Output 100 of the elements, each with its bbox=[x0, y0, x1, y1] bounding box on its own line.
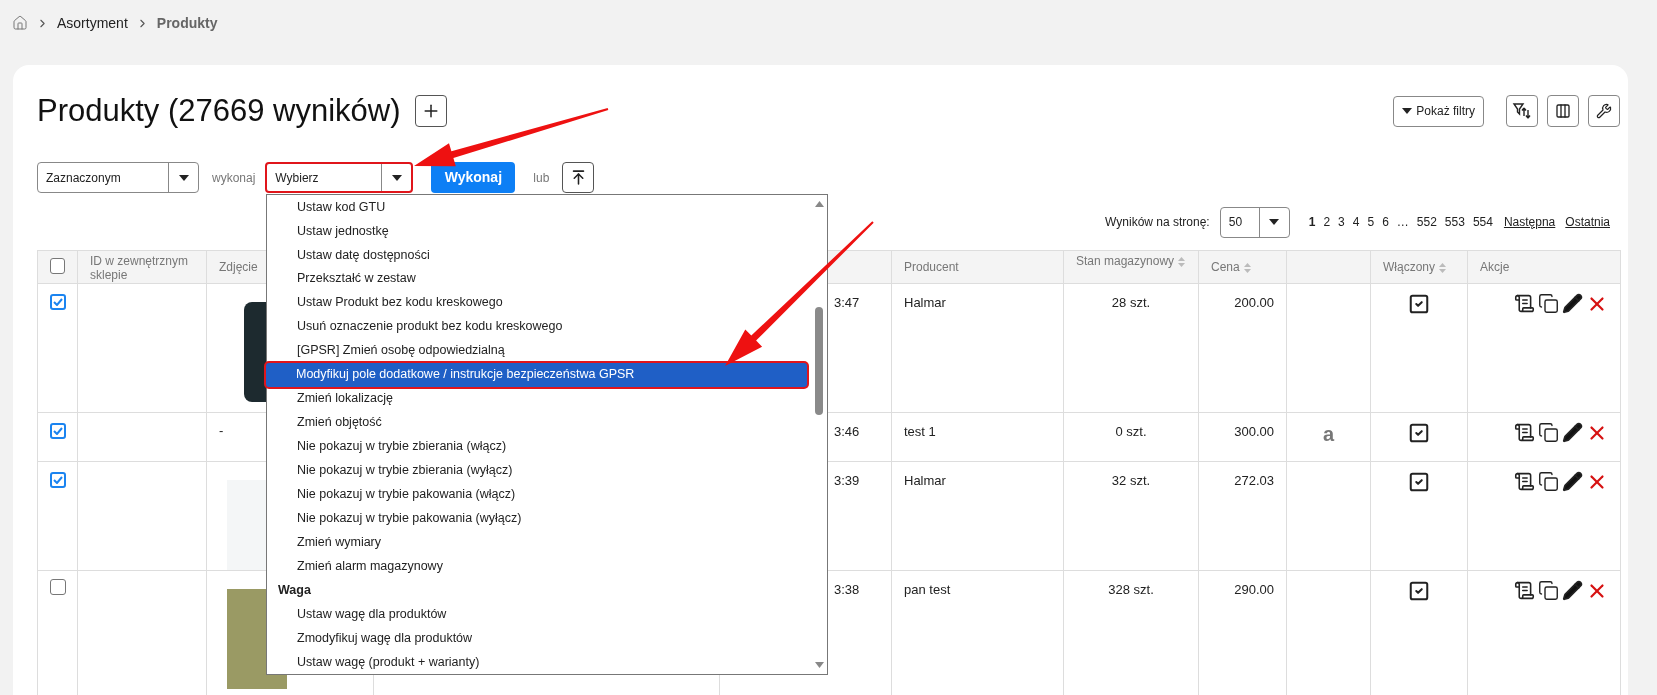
pencil-icon[interactable] bbox=[1562, 293, 1583, 314]
dropdown-option[interactable]: Ustaw kod GTU bbox=[267, 195, 807, 219]
dropdown-option[interactable]: Nie pokazuj w trybie pakowania (włącz) bbox=[267, 482, 807, 507]
caret-down-icon bbox=[1269, 219, 1280, 225]
table-cell: 3:47 bbox=[834, 295, 860, 310]
table-cell: 200.00 bbox=[1234, 295, 1274, 310]
caret-down-icon bbox=[178, 174, 189, 181]
pencil-icon[interactable] bbox=[1562, 471, 1583, 492]
column-header[interactable]: Cena bbox=[1211, 260, 1240, 274]
page-link[interactable]: 553 bbox=[1444, 213, 1465, 231]
per-page-label: Wyników na stronę: bbox=[1105, 214, 1210, 231]
page-link[interactable]: 2 bbox=[1323, 213, 1331, 231]
checkbox[interactable] bbox=[49, 472, 66, 488]
scrollbar-thumb[interactable] bbox=[815, 307, 823, 415]
dropdown-option[interactable]: Ustaw datę dostępności bbox=[267, 242, 807, 267]
page-link[interactable]: 4 bbox=[1352, 213, 1360, 231]
dropdown-group-label: Waga bbox=[277, 581, 312, 599]
pencil-icon[interactable] bbox=[1562, 580, 1583, 601]
show-filters-button[interactable]: Pokaż filtry bbox=[1393, 95, 1484, 127]
execute-label: wykonaj bbox=[212, 169, 256, 187]
table-cell: 3:46 bbox=[834, 424, 860, 439]
dropdown-option[interactable]: [GPSR] Zmień osobę odpowiedzialną bbox=[267, 338, 807, 363]
table-cell: Halmar bbox=[904, 295, 946, 310]
copy-icon[interactable] bbox=[1538, 422, 1559, 443]
columns-button[interactable] bbox=[1547, 95, 1579, 127]
dropdown-option[interactable]: Modyfikuj pole dodatkowe / instrukcje bezpieczeństwa GPSR bbox=[266, 362, 807, 387]
column-header: Producent bbox=[904, 260, 959, 274]
copy-icon[interactable] bbox=[1538, 293, 1559, 314]
table-cell: pan test bbox=[904, 582, 951, 597]
document-icon[interactable] bbox=[1514, 422, 1535, 443]
enabled-checkbox[interactable] bbox=[1408, 471, 1430, 493]
checkbox[interactable] bbox=[50, 258, 65, 274]
scroll-down-icon[interactable] bbox=[814, 662, 824, 668]
enabled-checkbox[interactable] bbox=[1408, 580, 1430, 602]
table-cell: 32 szt. bbox=[1111, 473, 1151, 488]
page-link[interactable]: … bbox=[1396, 213, 1409, 231]
checkbox[interactable] bbox=[49, 423, 66, 439]
page-title: Produkty (27669 wyników) bbox=[37, 91, 401, 130]
checkbox[interactable] bbox=[49, 294, 66, 310]
pencil-icon[interactable] bbox=[1562, 422, 1583, 443]
dropdown-option[interactable]: Nie pokazuj w trybie zbierania (włącz) bbox=[267, 434, 807, 459]
dropdown-option[interactable]: Ustaw wagę dla produktów bbox=[267, 602, 807, 627]
table-cell: test 1 bbox=[904, 424, 936, 439]
page-link[interactable]: 5 bbox=[1367, 213, 1375, 231]
page-link[interactable]: 554 bbox=[1472, 213, 1493, 231]
dropdown-option[interactable]: Nie pokazuj w trybie pakowania (wyłącz) bbox=[267, 506, 807, 531]
page-link[interactable]: 552 bbox=[1416, 213, 1437, 231]
table-cell: 0 szt. bbox=[1115, 424, 1147, 439]
wrench-icon bbox=[1596, 103, 1612, 119]
columns-icon bbox=[1555, 103, 1571, 119]
add-button[interactable] bbox=[414, 95, 447, 127]
page-link[interactable]: 6 bbox=[1382, 213, 1389, 231]
column-header: Zdjęcie bbox=[219, 260, 258, 274]
breadcrumb-link[interactable]: Produkty bbox=[156, 12, 218, 34]
scope-select[interactable]: Zaznaczonym bbox=[37, 162, 199, 193]
copy-icon[interactable] bbox=[1538, 471, 1559, 492]
next-page-link[interactable]: Następna bbox=[1503, 213, 1556, 231]
table-cell: 3:38 bbox=[834, 582, 860, 597]
dropdown-option[interactable]: Zmień objętość bbox=[267, 410, 807, 435]
breadcrumb-link[interactable]: Asortyment bbox=[57, 12, 128, 34]
enabled-checkbox[interactable] bbox=[1408, 293, 1430, 315]
dropdown-option[interactable]: Przekształć w zestaw bbox=[267, 266, 807, 291]
enabled-checkbox[interactable] bbox=[1408, 422, 1430, 444]
upload-button[interactable] bbox=[562, 162, 595, 193]
dropdown-option[interactable]: Zmień wymiary bbox=[267, 530, 807, 555]
last-page-link[interactable]: Ostatnia bbox=[1565, 213, 1610, 231]
page-link[interactable]: 3 bbox=[1338, 213, 1345, 231]
marketplace-letter: a bbox=[1322, 423, 1335, 445]
dropdown-option[interactable]: Usuń oznaczenie produkt bez kodu kreskowego bbox=[267, 314, 807, 339]
table-cell: 328 szt. bbox=[1108, 582, 1154, 597]
document-icon[interactable] bbox=[1514, 580, 1535, 601]
column-header: Akcje bbox=[1480, 260, 1510, 274]
checkbox[interactable] bbox=[49, 579, 66, 595]
dropdown-option[interactable]: Nie pokazuj w trybie zbierania (wyłącz) bbox=[267, 458, 807, 483]
dropdown-option[interactable]: Ustaw Produkt bez kodu kreskowego bbox=[267, 290, 807, 315]
document-icon[interactable] bbox=[1514, 293, 1535, 314]
caret-down-icon bbox=[391, 174, 402, 181]
dropdown-option[interactable]: Ustaw wagę (produkt + warianty) bbox=[267, 650, 807, 675]
document-icon[interactable] bbox=[1514, 471, 1535, 492]
checkmark-icon bbox=[52, 427, 63, 435]
dropdown-option[interactable]: Ustaw jednostkę bbox=[267, 218, 807, 243]
table-cell: 28 szt. bbox=[1111, 295, 1151, 310]
column-header: ID w zewnętrznym sklepie bbox=[90, 254, 189, 282]
checkmark-icon bbox=[52, 476, 63, 484]
dropdown-option[interactable]: Zmień alarm magazynowy bbox=[267, 554, 807, 579]
dropdown-option[interactable]: Zmień lokalizację bbox=[267, 386, 807, 411]
execute-button[interactable]: Wykonaj bbox=[431, 162, 516, 193]
settings-button[interactable] bbox=[1588, 95, 1620, 127]
dropdown-option[interactable]: Zmodyfikuj wagę dla produktów bbox=[267, 626, 807, 651]
caret-down-icon bbox=[1402, 108, 1413, 114]
table-cell: 3:39 bbox=[834, 473, 860, 488]
filter-sort-button[interactable] bbox=[1506, 95, 1538, 127]
home-icon[interactable] bbox=[12, 15, 28, 31]
scroll-up-icon[interactable] bbox=[814, 201, 824, 207]
copy-icon[interactable] bbox=[1538, 580, 1559, 601]
checkmark-icon bbox=[52, 298, 63, 306]
page-link[interactable]: 1 bbox=[1308, 213, 1316, 231]
table-cell: 290.00 bbox=[1234, 582, 1274, 597]
table-cell: 272.03 bbox=[1234, 473, 1274, 488]
per-page-select[interactable]: 50 bbox=[1219, 206, 1290, 238]
